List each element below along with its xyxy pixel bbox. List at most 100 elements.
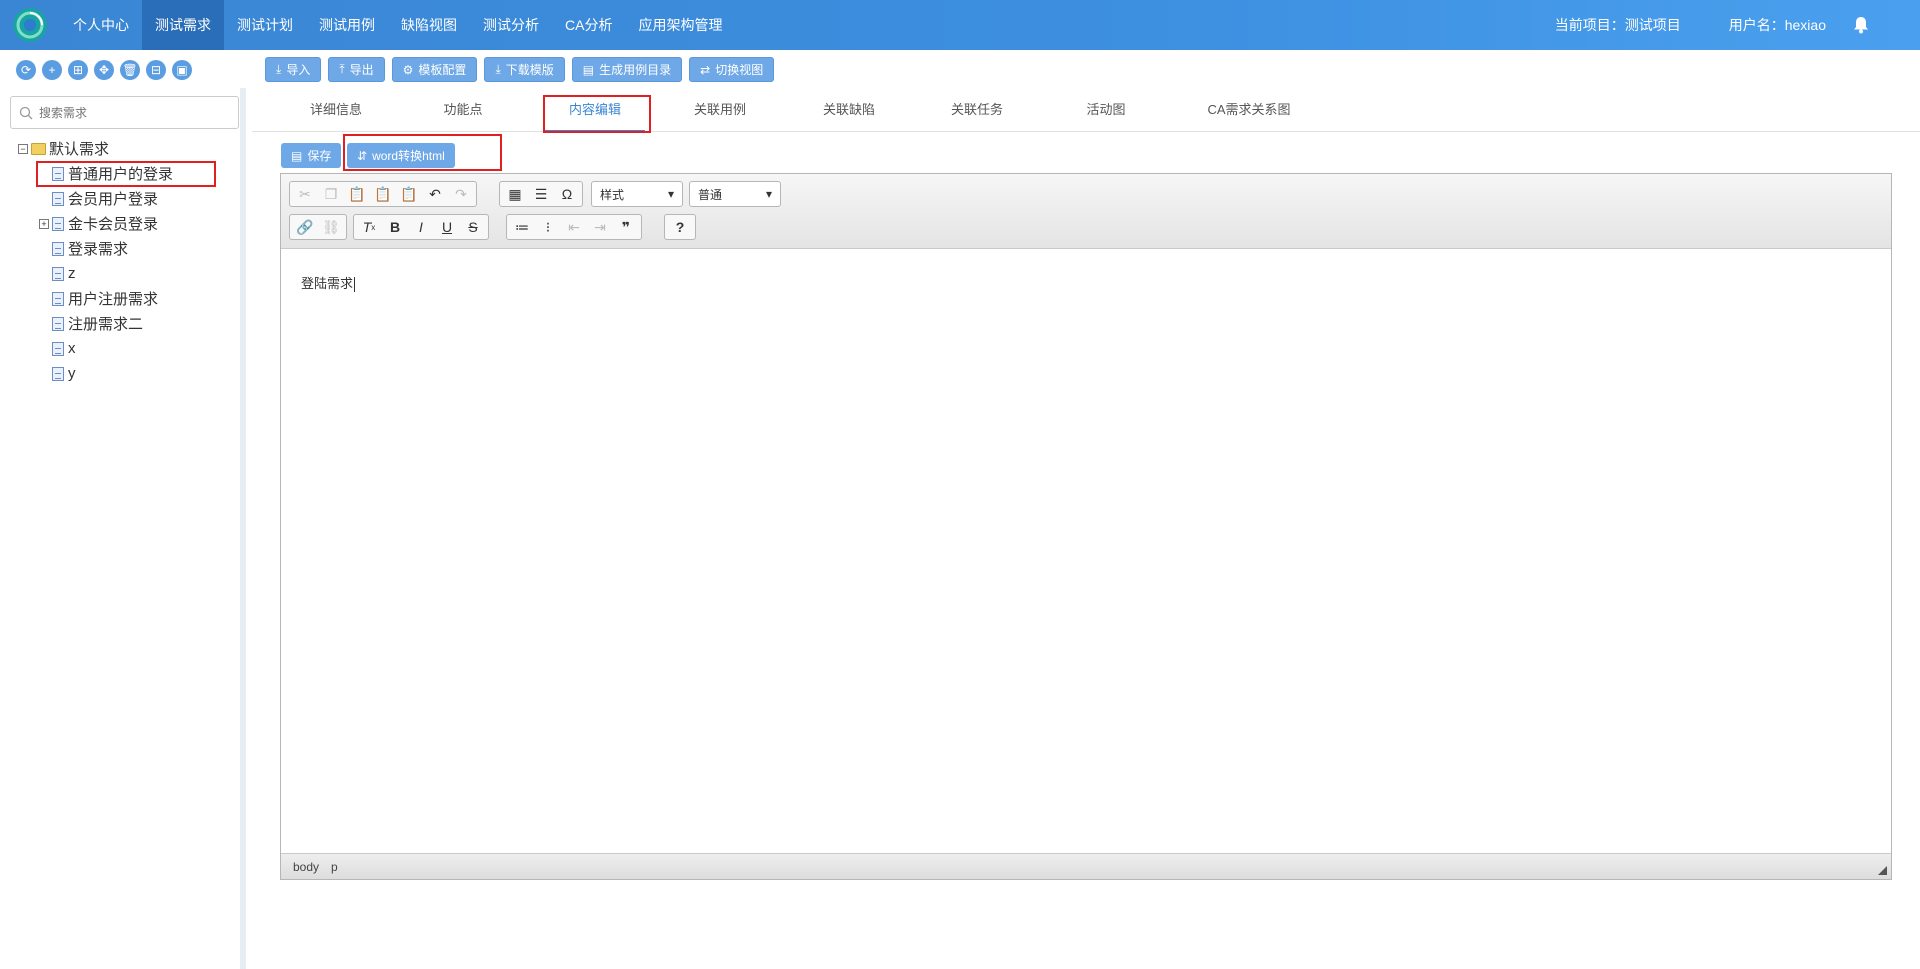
document-icon [52,191,64,206]
tree-item[interactable]: z [18,261,173,286]
tab-details[interactable]: 详细信息 [286,88,386,132]
download-template-button[interactable]: ⤓ 下载模版 [484,57,565,82]
document-icon [52,241,64,256]
document-icon [52,366,64,381]
tab-related-defects[interactable]: 关联缺陷 [799,88,899,132]
highlight-selected-item [36,161,216,187]
export-button[interactable]: ⤒ 导出 [328,57,385,82]
document-icon [52,216,64,231]
tree-item[interactable]: 会员用户登录 [18,186,173,211]
tree-item[interactable]: 登录需求 [18,236,173,261]
copy-icon[interactable]: ❐ [319,184,343,204]
delete-icon[interactable]: 🗑 [120,60,140,80]
switch-view-button[interactable]: ⇄ 切换视图 [689,57,775,82]
horizontal-line-icon[interactable]: ☰ [529,184,553,204]
indent-icon[interactable]: ⇥ [588,217,612,237]
path-body[interactable]: body [293,860,319,874]
current-project[interactable]: 当前项目：测试项目 [1555,15,1681,35]
bell-icon[interactable] [1852,16,1870,34]
resize-handle-icon[interactable] [1878,866,1887,875]
outdent-icon[interactable]: ⇤ [562,217,586,237]
underline-icon[interactable]: U [435,217,459,237]
tab-function-points[interactable]: 功能点 [413,88,513,132]
app-logo-icon [13,8,47,42]
text-style-group: Tx B I U S [353,214,489,240]
gear-icon: ⚙ [402,62,414,77]
tree-item[interactable]: y [18,361,173,386]
text-caret [354,277,356,293]
style-select[interactable]: 样式 ▾ [591,181,683,207]
redo-icon[interactable]: ↷ [449,184,473,204]
link-group: 🔗 ⛓ [289,214,347,240]
highlight-content-edit-tab [543,95,651,133]
tab-related-cases[interactable]: 关联用例 [670,88,770,132]
table-icon[interactable]: ▦ [503,184,527,204]
nav-test-cases[interactable]: 测试用例 [306,0,388,50]
search-input[interactable] [39,105,219,120]
search-icon [19,106,33,119]
blockquote-icon[interactable]: ❞ [614,217,638,237]
numbered-list-icon[interactable]: ≔ [510,217,534,237]
nav-defect-view[interactable]: 缺陷视图 [388,0,470,50]
collapse-toggle-icon[interactable]: − [18,143,28,154]
tree-toolbar: ⟳ + ⊞ ✥ 🗑 ⊟ ▣ [16,60,192,80]
collapse-icon[interactable]: ⊟ [146,60,166,80]
nav-personal-center[interactable]: 个人中心 [60,0,142,50]
move-icon[interactable]: ✥ [94,60,114,80]
import-button[interactable]: ⤓ 导入 [265,57,322,82]
nav-test-requirements[interactable]: 测试需求 [142,0,224,50]
tab-activity-diagram[interactable]: 活动图 [1056,88,1156,132]
tab-ca-relation[interactable]: CA需求关系图 [1184,88,1314,132]
expand-all-icon[interactable]: ⊞ [68,60,88,80]
document-icon [52,341,64,356]
paste-text-icon[interactable]: 📋 [371,184,395,204]
add-icon[interactable]: + [42,60,62,80]
paste-word-icon[interactable]: 📋 [397,184,421,204]
paste-icon[interactable]: 📋 [345,184,369,204]
tree-item[interactable]: 注册需求二 [18,311,173,336]
strikethrough-icon[interactable]: S [461,217,485,237]
highlight-word-button [343,134,502,171]
nav-test-analysis[interactable]: 测试分析 [470,0,552,50]
format-select[interactable]: 普通 ▾ [689,181,781,207]
tree-item[interactable]: x [18,336,173,361]
action-toolbar: ⤓ 导入 ⤒ 导出 ⚙ 模板配置 ⤓ 下载模版 ▤ 生成用例目录 ⇄ 切换视图 [265,57,775,82]
document-icon [52,316,64,331]
bold-icon[interactable]: B [383,217,407,237]
refresh-icon[interactable]: ⟳ [16,60,36,80]
export-view-icon[interactable]: ▣ [172,60,192,80]
expand-toggle-icon[interactable]: + [39,218,49,229]
document-icon: ▤ [582,62,595,77]
tree-item[interactable]: + 金卡会员登录 [18,211,173,236]
export-icon: ⤒ [339,62,345,76]
italic-icon[interactable]: I [409,217,433,237]
generate-case-dir-button[interactable]: ▤ 生成用例目录 [571,57,683,82]
requirements-sidebar: − 默认需求 普通用户的登录 会员用户登录 + 金卡会员登录 登录需求 z 用户… [0,88,246,969]
tree-item[interactable]: 用户注册需求 [18,286,173,311]
list-group: ≔ ⁝ ⇤ ⇥ ❞ [506,214,642,240]
tree-root[interactable]: − 默认需求 [18,136,173,161]
undo-icon[interactable]: ↶ [423,184,447,204]
download-icon: ⤓ [495,62,501,76]
nav-test-plan[interactable]: 测试计划 [224,0,306,50]
remove-format-icon[interactable]: Tx [357,217,381,237]
import-icon: ⤓ [276,62,282,76]
nav-architecture[interactable]: 应用架构管理 [625,0,735,50]
bullet-list-icon[interactable]: ⁝ [536,217,560,237]
save-button[interactable]: ▤ 保存 [281,143,342,168]
editor-toolbar: ✂ ❐ 📋 📋 📋 ↶ ↷ ▦ ☰ Ω 样式 ▾ 普通 ▾ 🔗 ⛓ Tx B I U [281,174,1891,249]
unlink-icon[interactable]: ⛓ [319,217,343,237]
template-config-button[interactable]: ⚙ 模板配置 [391,57,478,82]
special-char-icon[interactable]: Ω [555,184,579,204]
top-right-info: 当前项目：测试项目 用户名：hexiao [1555,0,1920,50]
username[interactable]: 用户名：hexiao [1729,15,1826,35]
editor-content-area[interactable]: 登陆需求 [281,250,1891,855]
help-icon[interactable]: ? [668,217,692,237]
link-icon[interactable]: 🔗 [293,217,317,237]
nav-ca-analysis[interactable]: CA分析 [552,0,625,50]
cut-icon[interactable]: ✂ [293,184,317,204]
path-p[interactable]: p [331,860,338,874]
editor-text[interactable]: 登陆需求 [301,273,356,293]
detail-tabs: 详细信息 功能点 内容编辑 关联用例 关联缺陷 关联任务 活动图 CA需求关系图 [252,88,1920,132]
tab-related-tasks[interactable]: 关联任务 [927,88,1027,132]
